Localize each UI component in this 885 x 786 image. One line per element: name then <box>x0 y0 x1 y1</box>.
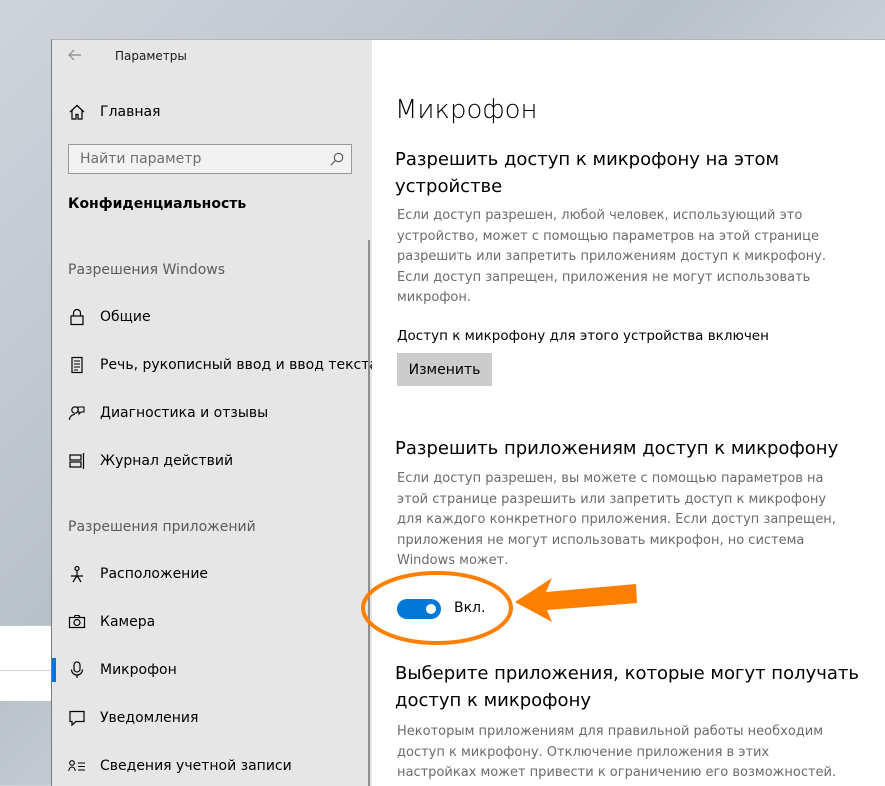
search-input[interactable]: Найти параметр <box>68 144 352 174</box>
document-icon <box>67 355 87 375</box>
background-window-fragment-2 <box>0 670 52 701</box>
app-access-description: Если доступ разрешен, вы можете с помощь… <box>397 471 836 568</box>
app-permissions-heading: Разрешения приложений <box>68 519 256 535</box>
app-access-toggle[interactable] <box>397 599 441 619</box>
app-title: Параметры <box>115 49 187 63</box>
home-icon <box>67 102 87 122</box>
microphone-icon <box>67 660 87 680</box>
sidebar-item-label: Речь, рукописный ввод и ввод текста <box>100 357 378 373</box>
sidebar-item-label: Камера <box>100 614 156 630</box>
sidebar-item-location[interactable]: Расположение <box>52 554 370 594</box>
device-access-description: Если доступ разрешен, любой человек, исп… <box>397 208 827 305</box>
camera-icon <box>67 612 87 632</box>
sidebar-item-label: Общие <box>100 309 151 325</box>
category-heading: Конфиденциальность <box>68 196 247 212</box>
back-arrow-icon[interactable] <box>68 46 88 66</box>
search-placeholder: Найти параметр <box>80 151 202 167</box>
sidebar-item-label: Микрофон <box>100 662 177 678</box>
change-button[interactable]: Изменить <box>397 353 492 386</box>
sidebar-item-label: Диагностика и отзывы <box>100 405 269 421</box>
nav-home-label: Главная <box>100 104 161 120</box>
sidebar-item-activity[interactable]: Журнал действий <box>52 441 370 481</box>
search-icon <box>329 151 345 167</box>
settings-window: Параметры Главная Найти параметр Конфиде… <box>51 39 885 786</box>
nav-home[interactable]: Главная <box>52 92 370 132</box>
sidebar-item-account-info[interactable]: Сведения учетной записи <box>52 746 370 786</box>
sidebar-item-label: Расположение <box>100 566 209 582</box>
sidebar-item-label: Уведомления <box>100 710 199 726</box>
windows-permissions-heading: Разрешения Windows <box>68 262 226 278</box>
sidebar-item-diagnostics[interactable]: Диагностика и отзывы <box>52 393 370 433</box>
page-title: Микрофон <box>395 95 538 125</box>
account-info-icon <box>67 756 87 776</box>
sidebar-item-notifications[interactable]: Уведомления <box>52 698 370 738</box>
sidebar-item-label: Сведения учетной записи <box>100 758 292 774</box>
toggle-knob <box>426 604 436 614</box>
sidebar-item-camera[interactable]: Камера <box>52 602 370 642</box>
feedback-icon <box>67 403 87 423</box>
sidebar-item-label: Журнал действий <box>100 453 234 469</box>
notification-icon <box>67 708 87 728</box>
sidebar-item-microphone[interactable]: Микрофон <box>52 650 370 690</box>
main-content: Микрофон Разрешить доступ к микрофону на… <box>372 40 885 786</box>
sidebar-item-speech[interactable]: Речь, рукописный ввод и ввод текста <box>52 345 378 385</box>
device-access-heading: Разрешить доступ к микрофону на этом уст… <box>395 149 780 197</box>
location-icon <box>67 564 87 584</box>
device-access-status: Доступ к микрофону для этого устройства … <box>397 328 769 344</box>
sidebar-scrollbar[interactable] <box>368 240 370 786</box>
timeline-icon <box>67 451 87 471</box>
app-access-heading: Разрешить приложениям доступ к микрофону <box>395 438 839 459</box>
lock-icon <box>67 307 87 327</box>
sidebar: Параметры Главная Найти параметр Конфиде… <box>52 40 378 786</box>
sidebar-item-general[interactable]: Общие <box>52 297 370 337</box>
background-window-fragment <box>0 625 52 671</box>
title-bar: Параметры <box>52 40 372 74</box>
choose-apps-description: Некоторым приложениям для правильной раб… <box>397 724 837 780</box>
choose-apps-heading: Выберите приложения, которые могут получ… <box>395 663 860 711</box>
toggle-label: Вкл. <box>454 600 486 616</box>
